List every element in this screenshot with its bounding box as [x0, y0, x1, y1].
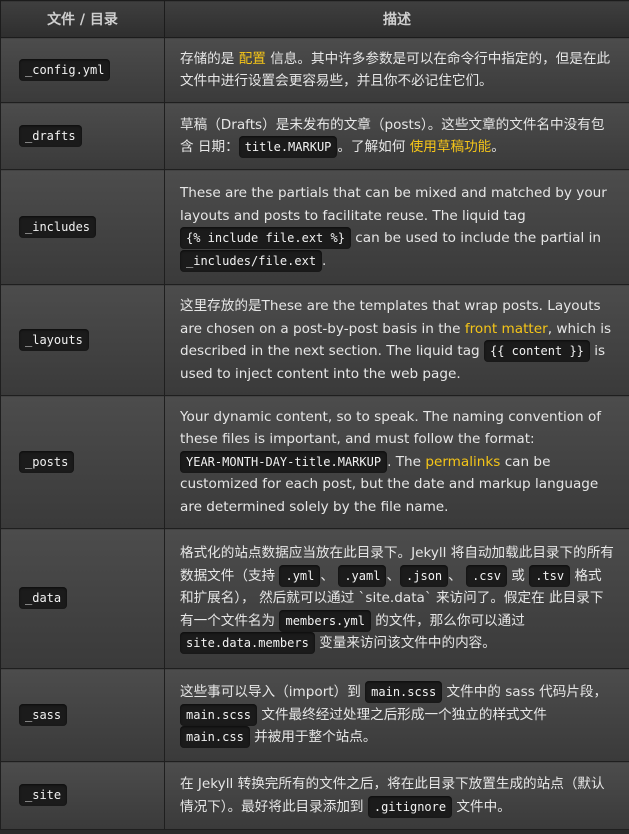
description-cell: 这些事可以导入（import）到 main.scss 文件中的 sass 代码片… — [164, 668, 629, 762]
file-name-cell: _sass — [0, 668, 165, 762]
inline-code: main.scss — [365, 681, 443, 704]
description-text: 。了解如何 — [337, 139, 410, 155]
file-name-cell: _includes — [0, 169, 165, 285]
file-name-code: _layouts — [19, 328, 89, 351]
table-row: _layouts 这里存放的是These are the templates t… — [0, 284, 629, 396]
file-name-cell: _site — [0, 761, 165, 830]
description-cell: 存储的是 配置 信息。其中许多参数是可以在命令行中指定的，但是在此文件中进行设置… — [164, 37, 629, 103]
file-name-code: _includes — [19, 215, 97, 238]
description-text: 文件中。 — [452, 798, 511, 815]
description-text: 并被用于整个站点。 — [249, 729, 377, 746]
file-name-code: _drafts — [19, 124, 82, 147]
description-text: 变量来访问该文件中的内容。 — [314, 635, 496, 652]
description-cell: These are the partials that can be mixed… — [164, 169, 629, 285]
front-matter-link[interactable]: front matter — [465, 321, 548, 337]
description-cell: 草稿（Drafts）是未发布的文章（posts）。这些文章的文件名中没有包含 日… — [164, 102, 629, 170]
file-name-code: _posts — [19, 450, 75, 473]
file-name-cell: _posts — [0, 395, 165, 529]
inline-code: site.data.members — [180, 632, 315, 655]
file-name-cell: _config.yml — [0, 37, 165, 103]
description-text: can be used to include the partial in — [350, 230, 601, 246]
file-name-cell: _data — [0, 528, 165, 669]
config-link[interactable]: 配置 — [239, 51, 266, 67]
file-name-cell: _layouts — [0, 284, 165, 396]
description-text: 的文件，那么你可以通过 — [370, 612, 525, 629]
permalinks-link[interactable]: permalinks — [425, 454, 500, 470]
drafts-link[interactable]: 使用草稿功能 — [410, 139, 492, 155]
description-text: 或 — [506, 567, 530, 584]
inline-code: main.scss — [180, 703, 258, 726]
description-text: . The — [387, 453, 426, 470]
table-row: _site 在 Jekyll 转换完所有的文件之后，将在此目录下放置生成的站点（… — [0, 761, 629, 830]
inline-code: YEAR-MONTH-DAY-title.MARKUP — [180, 450, 388, 473]
inline-code: .gitignore — [367, 795, 453, 818]
inline-code: .tsv — [529, 564, 571, 587]
description-text: Your dynamic content, so to speak. The n… — [180, 408, 602, 448]
table-row: _posts Your dynamic content, so to speak… — [0, 395, 629, 529]
inline-code: main.css — [180, 726, 250, 749]
description-text: 。 — [491, 139, 505, 155]
inline-code: .json — [400, 564, 449, 587]
description-cell: Your dynamic content, so to speak. The n… — [164, 395, 629, 529]
description-text: 这些事可以导入（import）到 — [180, 684, 366, 701]
directory-table: 文件 / 目录 描述 _config.yml 存储的是 配置 信息。其中许多参数… — [0, 0, 629, 830]
table-row: _includes These are the partials that ca… — [0, 169, 629, 285]
description-text: 文件中的 sass 代码片段， — [442, 684, 608, 701]
table-row: _drafts 草稿（Drafts）是未发布的文章（posts）。这些文章的文件… — [0, 102, 629, 170]
inline-code: title.MARKUP — [238, 136, 338, 158]
file-name-code: _site — [19, 784, 68, 807]
table-row: _sass 这些事可以导入（import）到 main.scss 文件中的 sa… — [0, 668, 629, 762]
column-header-file: 文件 / 目录 — [0, 0, 165, 38]
description-text: 、 — [386, 567, 401, 584]
description-text: 、 — [320, 567, 339, 584]
file-name-cell: _drafts — [0, 102, 165, 170]
inline-code: .yaml — [338, 564, 387, 587]
table-row: _data 格式化的站点数据应当放在此目录下。Jekyll 将自动加载此目录下的… — [0, 528, 629, 669]
inline-code: .csv — [466, 564, 507, 587]
description-cell: 格式化的站点数据应当放在此目录下。Jekyll 将自动加载此目录下的所有数据文件… — [164, 528, 629, 669]
description-text: 文件最终经过处理之后形成一个独立的样式文件 — [257, 706, 547, 723]
description-text: 存储的是 — [180, 50, 239, 67]
column-header-description: 描述 — [164, 0, 629, 38]
table-row: _config.yml 存储的是 配置 信息。其中许多参数是可以在命令行中指定的… — [0, 37, 629, 103]
description-text: These are the partials that can be mixed… — [180, 185, 607, 224]
description-text: 、 — [448, 567, 467, 584]
inline-code: members.yml — [279, 609, 371, 632]
description-cell: 这里存放的是These are the templates that wrap … — [164, 284, 629, 396]
inline-code: _includes/file.ext — [180, 249, 323, 272]
table-header-row: 文件 / 目录 描述 — [0, 0, 629, 38]
inline-code: .yml — [279, 564, 321, 587]
file-name-code: _config.yml — [19, 58, 111, 81]
inline-code: {{ content }} — [483, 340, 590, 362]
file-name-code: _data — [19, 587, 68, 610]
description-cell: 在 Jekyll 转换完所有的文件之后，将在此目录下放置生成的站点（默认情况下）… — [164, 761, 629, 830]
description-text: . — [322, 252, 327, 269]
inline-code: {% include file.ext %} — [180, 227, 351, 249]
file-name-code: _sass — [19, 703, 68, 726]
